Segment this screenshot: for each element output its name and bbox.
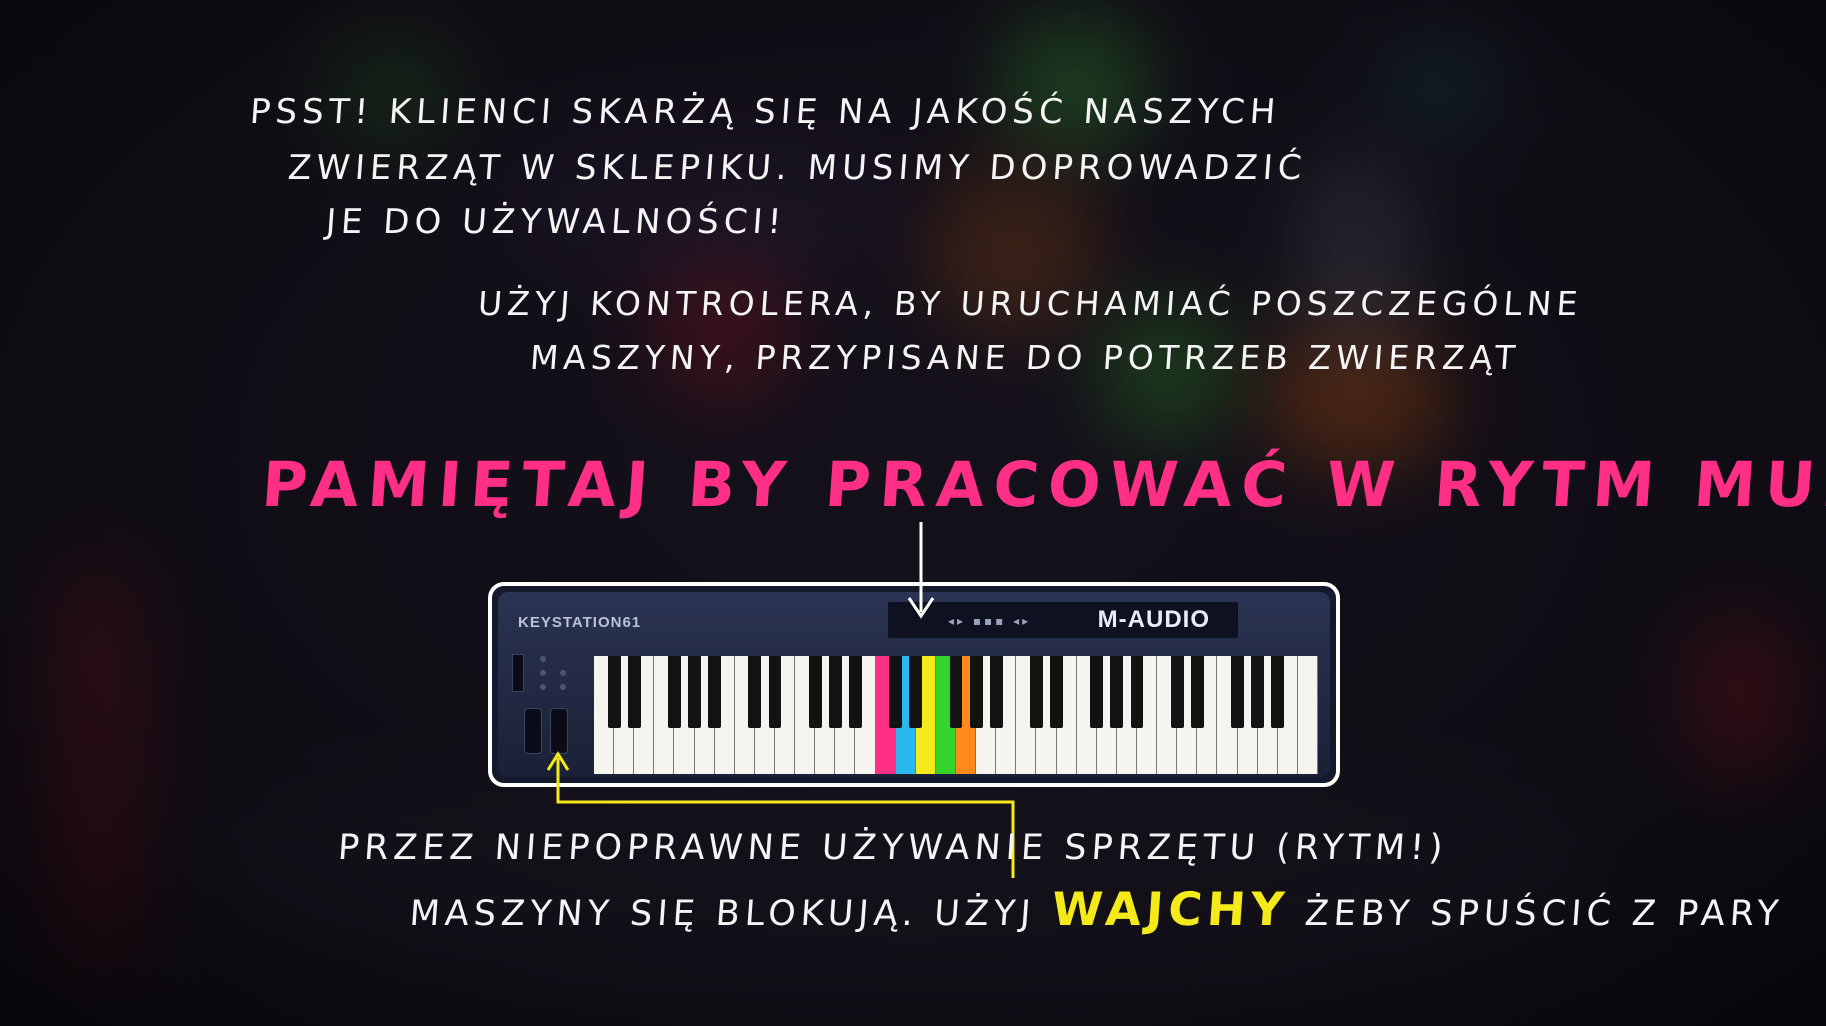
warning-line-2: MASZYNY SIĘ BLOKUJĄ. UŻYJ WAJCHY ŻEBY SP… [408,882,1785,936]
warning-line-1: PRZEZ NIEPOPRAWNE UŻYWANIE SPRZĘTU (RYTM… [336,828,1449,868]
lever-highlight-word: WAJCHY [1050,882,1291,936]
warning-text-end: ŻEBY SPUŚCIĆ Z PARY [1303,894,1785,934]
callout-arrows [546,522,1015,878]
warning-text-start: MASZYNY SIĘ BLOKUJĄ. UŻYJ [408,894,1037,934]
